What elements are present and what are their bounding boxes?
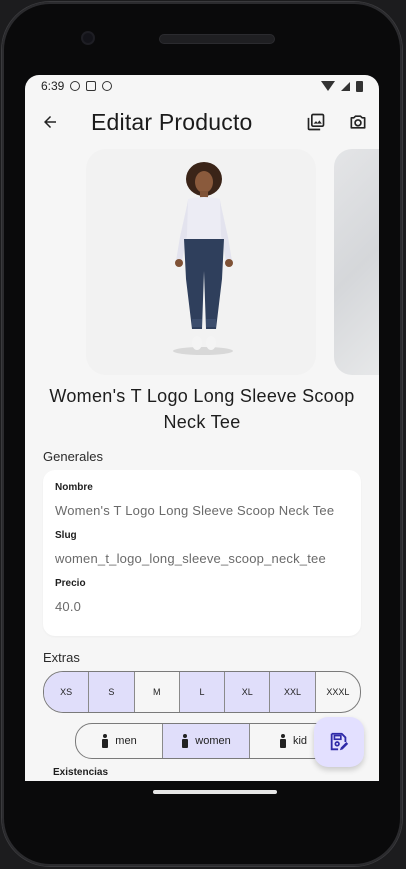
- status-time: 6:39: [41, 79, 65, 93]
- camera-button[interactable]: [347, 111, 369, 133]
- do-not-disturb-icon: [70, 81, 81, 91]
- wifi-icon: [321, 81, 335, 91]
- back-button[interactable]: [39, 111, 61, 133]
- gender-option-women[interactable]: women: [163, 724, 250, 758]
- camera-icon: [350, 115, 366, 129]
- size-option-xxxl[interactable]: XXXL: [316, 672, 360, 712]
- size-option-s[interactable]: S: [89, 672, 135, 712]
- gender-option-men[interactable]: men: [76, 724, 163, 758]
- front-camera: [83, 33, 93, 43]
- app-screen: 6:39 Editar Producto Women's T Logo Long…: [25, 75, 379, 781]
- save-product-button[interactable]: [314, 717, 364, 767]
- price-label: Precio: [55, 578, 86, 589]
- size-option-xs[interactable]: XS: [44, 672, 90, 712]
- save-edit-icon: [330, 732, 349, 751]
- size-option-m[interactable]: M: [135, 672, 180, 712]
- section-extras-label: Extras: [43, 650, 80, 665]
- section-general-label: Generales: [43, 449, 103, 464]
- next-product-image[interactable]: [334, 149, 379, 375]
- child-icon: [279, 734, 287, 748]
- man-icon: [101, 734, 109, 748]
- product-image-carousel[interactable]: [25, 147, 379, 375]
- gender-label: men: [115, 735, 137, 747]
- model-photo: [173, 162, 233, 355]
- home-indicator[interactable]: [153, 790, 277, 794]
- general-form-card: Nombre Women's T Logo Long Sleeve Scoop …: [43, 470, 361, 636]
- woman-icon: [181, 734, 189, 748]
- slug-field[interactable]: women_t_logo_long_sleeve_scoop_neck_tee: [55, 551, 349, 566]
- phone-frame: 6:39 Editar Producto Women's T Logo Long…: [2, 2, 402, 866]
- size-option-l[interactable]: L: [179, 672, 226, 712]
- stock-label: Existencias: [53, 767, 109, 778]
- name-field[interactable]: Women's T Logo Long Sleeve Scoop Neck Te…: [55, 503, 349, 518]
- notification-icon: [102, 81, 113, 91]
- gender-selector: men women kid: [75, 723, 337, 759]
- sim-icon: [86, 81, 97, 91]
- gallery-button[interactable]: [305, 111, 327, 133]
- price-field[interactable]: 40.0: [55, 599, 349, 614]
- size-option-xxl[interactable]: XXL: [270, 672, 316, 712]
- status-bar: 6:39: [25, 75, 379, 97]
- arrow-back-icon: [44, 116, 56, 128]
- gender-label: women: [195, 735, 231, 747]
- page-title: Editar Producto: [91, 108, 253, 135]
- signal-icon: [341, 81, 350, 91]
- battery-icon: [356, 80, 363, 92]
- product-title: Women's T Logo Long Sleeve Scoop Neck Te…: [49, 386, 355, 432]
- gender-label: kid: [292, 735, 308, 747]
- earpiece-speaker: [160, 35, 274, 43]
- name-label: Nombre: [55, 482, 93, 493]
- slug-label: Slug: [55, 530, 77, 541]
- app-bar: Editar Producto: [25, 97, 379, 147]
- size-option-xl[interactable]: XL: [225, 672, 271, 712]
- size-selector: XS S M L XL XXL XXXL: [43, 671, 361, 713]
- photo-library-icon: [307, 113, 325, 131]
- product-image[interactable]: [86, 149, 316, 375]
